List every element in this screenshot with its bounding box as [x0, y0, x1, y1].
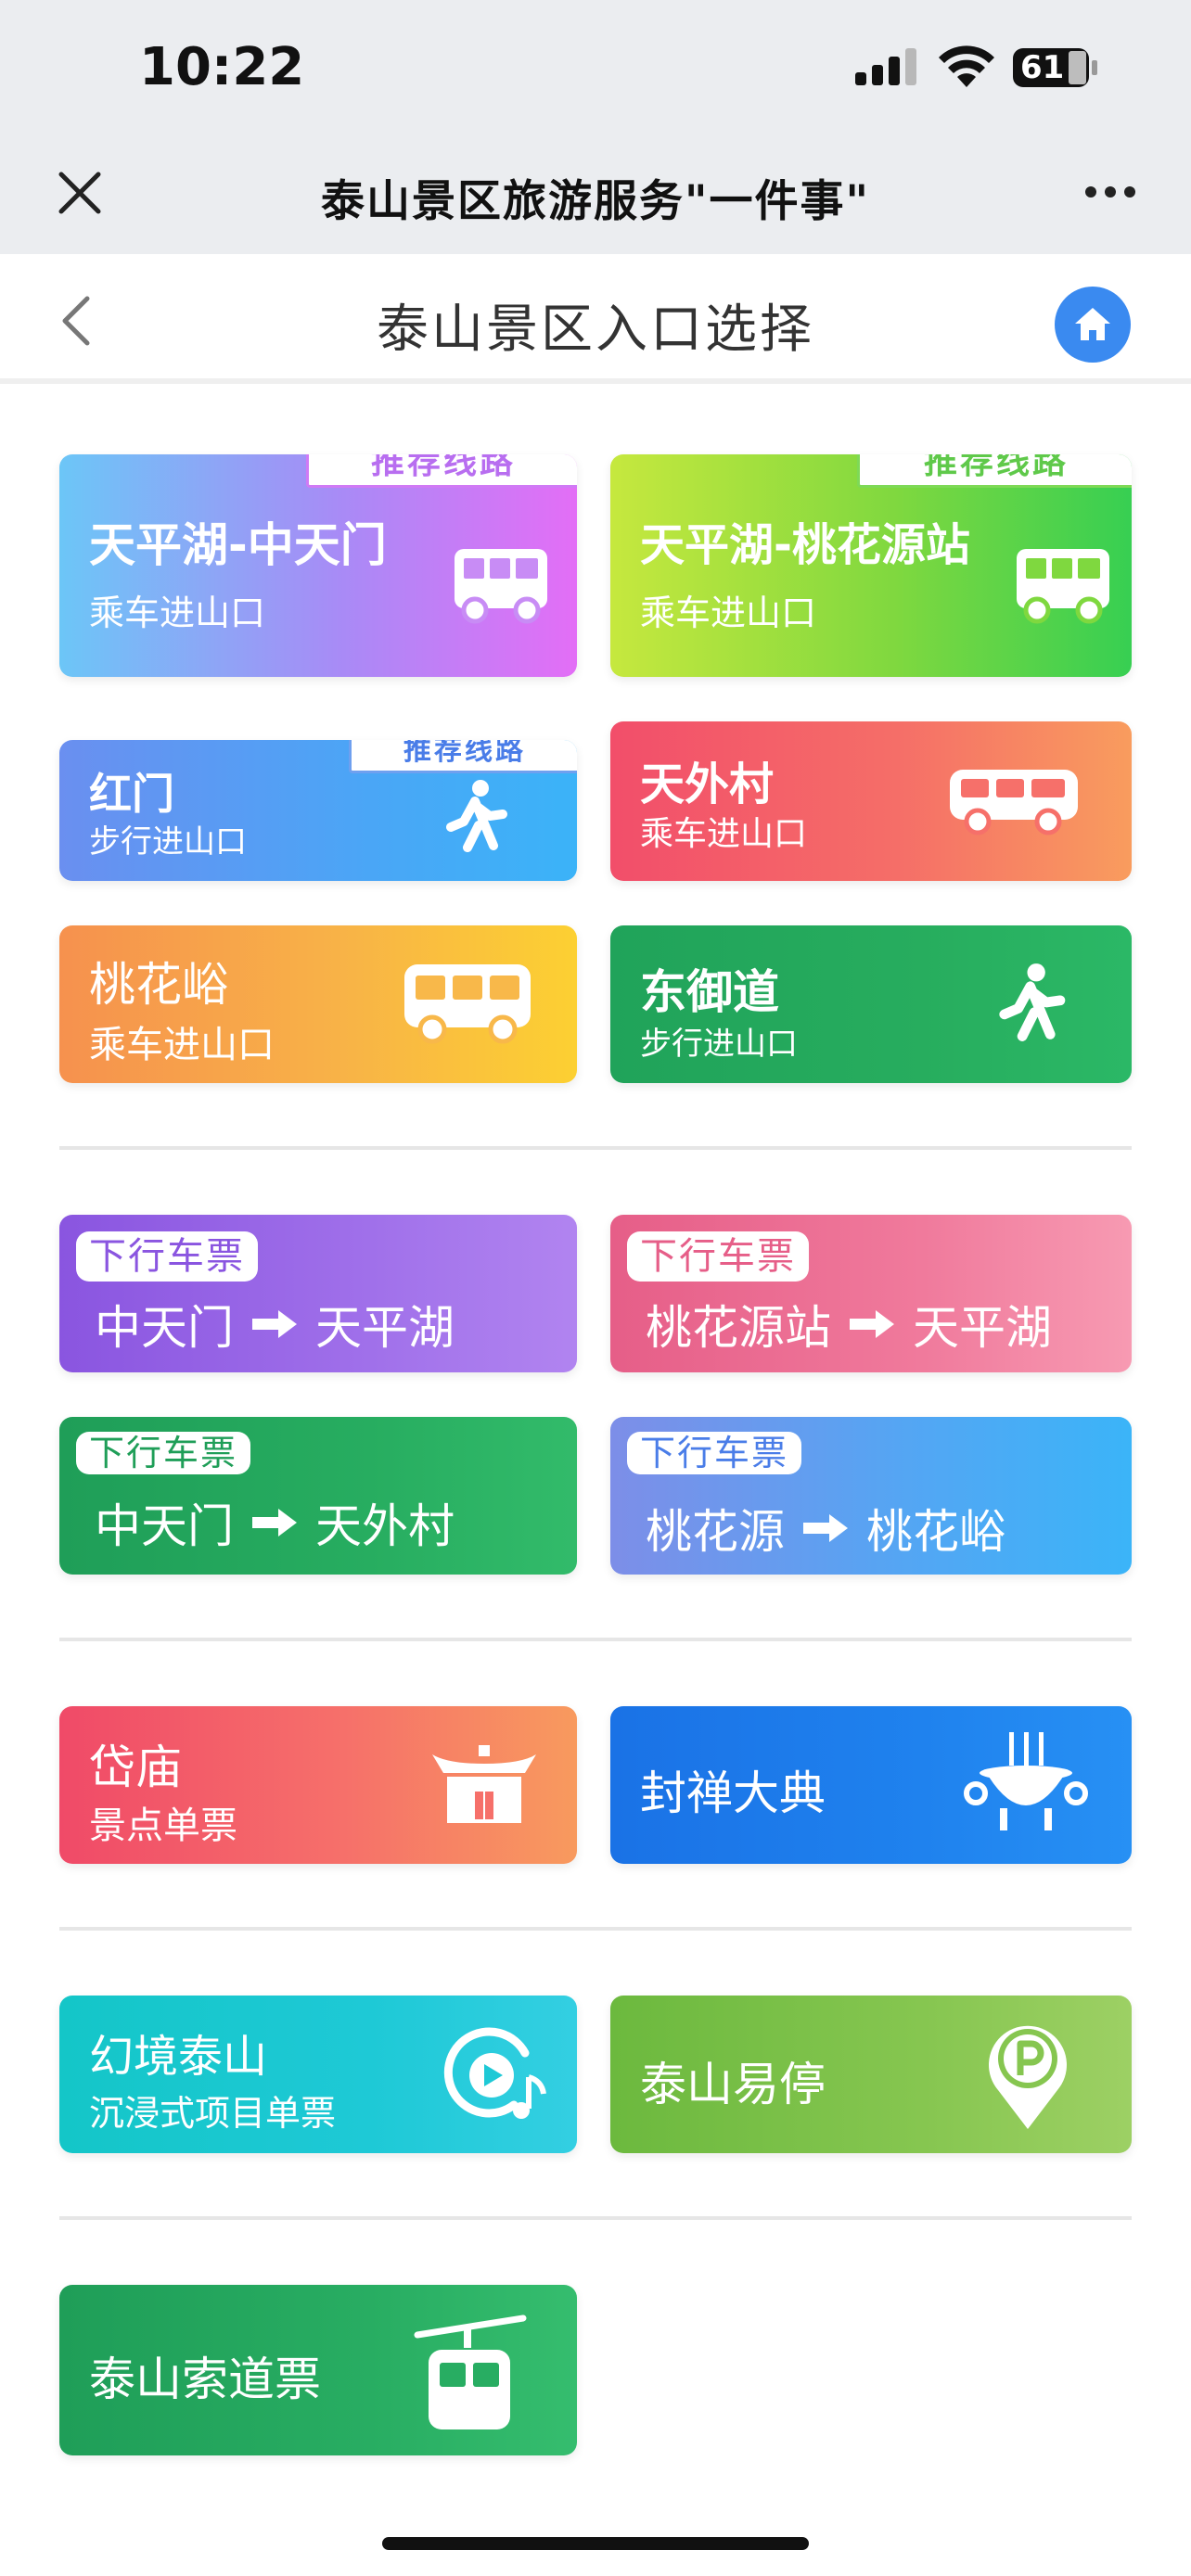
service-card-taishan-yiting[interactable]: 泰山易停 — [610, 1996, 1132, 2153]
downhill-ticket-zhongtianmen-tianpinghu[interactable]: 下行车票 中天门 天平湖 — [59, 1215, 577, 1372]
section-divider — [59, 2216, 1132, 2220]
entrance-card-hongmen[interactable]: 推荐线路 红门 步行进山口 — [59, 740, 577, 881]
home-icon — [1075, 308, 1110, 340]
temple-icon — [432, 1745, 536, 1823]
entrance-name: 桃花峪 — [89, 958, 228, 1012]
service-card-huanjing-taishan[interactable]: 幻境泰山 沉浸式项目单票 — [59, 1996, 577, 2153]
service-sub: 沉浸式项目单票 — [89, 2093, 337, 2134]
downhill-ticket-zhongtianmen-tianwaicun[interactable]: 下行车票 中天门 天外村 — [59, 1417, 577, 1575]
route-from: 中天门 — [95, 1499, 234, 1553]
entrance-name: 天外村 — [640, 759, 775, 810]
mini-program-header: 泰山景区旅游服务"一件事" — [0, 139, 1191, 254]
attraction-name: 封禅大典 — [640, 1766, 826, 1820]
battery-icon: 61 — [1013, 48, 1098, 87]
route-from: 中天门 — [95, 1301, 234, 1355]
cableway-ticket-card[interactable]: 泰山索道票 — [59, 2285, 577, 2455]
attraction-name: 岱庙 — [89, 1741, 182, 1794]
entrance-mode: 乘车进山口 — [89, 1024, 275, 1066]
page-title: 泰山景区入口选择 — [377, 300, 814, 360]
entrance-card-taohuayu[interactable]: 桃花峪 乘车进山口 — [59, 925, 577, 1083]
status-bar: 10:22 61 — [0, 0, 1191, 139]
route-to: 天平湖 — [315, 1301, 455, 1355]
entrance-name: 红门 — [89, 769, 174, 819]
entrance-card-dongyudao[interactable]: 东御道 步行进山口 — [610, 925, 1132, 1083]
entrance-card-tianwaicun[interactable]: 天外村 乘车进山口 — [610, 721, 1132, 881]
route-label: 桃花源站 天平湖 — [646, 1291, 1052, 1358]
entrance-mode: 乘车进山口 — [640, 593, 817, 633]
parking-pin-icon — [989, 2025, 1067, 2129]
entrance-card-tianpinghu-taohuayuan[interactable]: 推荐线路 天平湖-桃花源站 乘车进山口 — [610, 454, 1132, 677]
service-name: 幻境泰山 — [89, 2031, 268, 2083]
entrance-name: 天平湖-中天门 — [89, 518, 387, 572]
walking-person-icon — [446, 780, 507, 852]
route-from: 桃花源 — [646, 1505, 785, 1559]
entrance-name: 东御道 — [640, 965, 779, 1019]
arrow-right-icon — [252, 1310, 297, 1338]
recommended-route-tag: 推荐线路 — [857, 454, 1132, 488]
battery-level: 61 — [1020, 49, 1065, 86]
downhill-ticket-tag: 下行车票 — [76, 1231, 258, 1282]
entrance-mode: 乘车进山口 — [89, 593, 266, 633]
mini-program-title: 泰山景区旅游服务"一件事" — [321, 176, 870, 227]
bus-icon — [1017, 549, 1109, 624]
route-to: 天平湖 — [913, 1301, 1052, 1355]
downhill-ticket-tag: 下行车票 — [627, 1432, 802, 1474]
route-to: 桃花峪 — [866, 1505, 1005, 1559]
entrance-mode: 步行进山口 — [640, 1026, 798, 1063]
home-indicator — [382, 2537, 809, 2550]
route-label: 桃花源 桃花峪 — [646, 1495, 1005, 1562]
arrow-right-icon — [850, 1310, 894, 1338]
recommended-route-tag: 推荐线路 — [306, 454, 577, 488]
attraction-card-fengshan-dadian[interactable]: 封禅大典 — [610, 1706, 1132, 1864]
entrance-card-tianpinghu-zhongtianmen[interactable]: 推荐线路 天平湖-中天门 乘车进山口 — [59, 454, 577, 677]
entrance-mode: 步行进山口 — [89, 823, 247, 861]
downhill-ticket-tag: 下行车票 — [627, 1231, 809, 1282]
service-name: 泰山易停 — [640, 2058, 826, 2111]
wifi-icon — [939, 45, 994, 87]
entrance-name: 天平湖-桃花源站 — [640, 519, 970, 571]
route-from: 桃花源站 — [646, 1301, 831, 1355]
route-label: 中天门 天平湖 — [95, 1291, 455, 1358]
bus-icon — [455, 549, 547, 624]
bus-icon — [950, 770, 1078, 835]
bus-icon — [404, 964, 531, 1044]
entrance-mode: 乘车进山口 — [640, 815, 808, 853]
attraction-sub: 景点单票 — [89, 1804, 237, 1847]
home-button[interactable] — [1055, 287, 1131, 363]
recommended-route-tag: 推荐线路 — [349, 740, 577, 773]
cellular-signal-icon — [855, 48, 916, 85]
section-divider — [59, 1927, 1132, 1931]
more-options-icon[interactable] — [1083, 178, 1137, 206]
arrow-right-icon — [252, 1509, 297, 1537]
downhill-ticket-taohuayuan-tianpinghu[interactable]: 下行车票 桃花源站 天平湖 — [610, 1215, 1132, 1372]
incense-burner-icon — [964, 1732, 1088, 1830]
walking-person-icon — [999, 963, 1066, 1041]
downhill-ticket-taohuayuan-taohuayu[interactable]: 下行车票 桃花源 桃花峪 — [610, 1417, 1132, 1575]
cable-car-icon — [414, 2315, 527, 2429]
status-time: 10:22 — [139, 37, 305, 97]
route-label: 中天门 天外村 — [95, 1489, 455, 1556]
attraction-card-daimiao[interactable]: 岱庙 景点单票 — [59, 1706, 577, 1864]
downhill-ticket-tag: 下行车票 — [76, 1432, 251, 1474]
route-to: 天外村 — [315, 1499, 455, 1553]
section-divider — [59, 1146, 1132, 1150]
play-music-icon — [443, 2027, 546, 2119]
page-nav-bar: 泰山景区入口选择 — [0, 254, 1191, 384]
cableway-name: 泰山索道票 — [89, 2353, 321, 2406]
section-divider — [59, 1638, 1132, 1641]
arrow-right-icon — [803, 1514, 848, 1542]
